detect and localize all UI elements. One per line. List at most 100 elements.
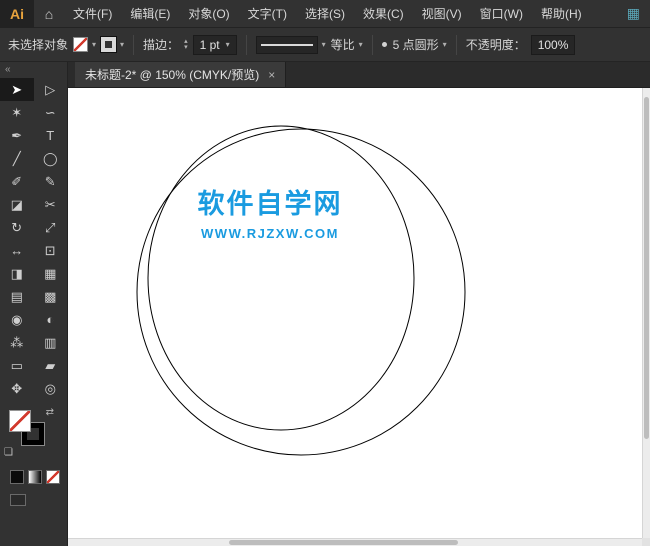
scale-tool[interactable]: ⤢	[34, 216, 68, 239]
control-bar: 未选择对象 ▾ ▾ 描边： ▴ ▾ 1 pt ▾ ▾ 等比 ▾ 5 点圆形 ▾ …	[0, 28, 650, 62]
lasso-tool[interactable]: ∽	[34, 101, 68, 124]
separator	[133, 34, 135, 55]
brush-label: 5 点圆形	[392, 38, 439, 52]
stroke-weight-stepper[interactable]: ▴ ▾	[184, 38, 188, 51]
width-profile-label: 等比	[330, 38, 355, 52]
menu-object[interactable]: 对象(O)	[179, 0, 238, 28]
separator	[371, 34, 373, 55]
illustrator-window: Ai ⌂ 文件(F) 编辑(E) 对象(O) 文字(T) 选择(S) 效果(C)…	[0, 0, 650, 546]
width-tool[interactable]: ↔	[0, 239, 34, 262]
separator	[245, 34, 247, 55]
type-tool[interactable]: T	[34, 124, 68, 147]
apply-color-row	[10, 470, 67, 484]
blend-tool[interactable]: ◐	[34, 308, 68, 331]
width-profile-dropdown[interactable]: 等比 ▾	[331, 36, 363, 53]
tools-panel: « ➤ ▷ ✶ ∽ ✒ T ╱ ◯ ✐ ✎ ◪ ✂ ↻ ⤢ ↔ ⊡ ◨ ▦ ▤	[0, 62, 68, 546]
opacity-label: 不透明度：	[465, 38, 526, 52]
column-graph-tool[interactable]: ▥	[34, 331, 68, 354]
brush-preview-icon	[381, 42, 387, 47]
panel-collapse-icon[interactable]: «	[0, 62, 67, 78]
menubar: Ai ⌂ 文件(F) 编辑(E) 对象(O) 文字(T) 选择(S) 效果(C)…	[0, 0, 650, 28]
zoom-tool[interactable]: ◎	[34, 377, 68, 400]
shape-builder-tool[interactable]: ◨	[0, 262, 34, 285]
opacity-field[interactable]: 100%	[530, 34, 576, 55]
artwork-ellipse-small[interactable]	[147, 125, 415, 431]
menu-edit[interactable]: 编辑(E)	[121, 0, 179, 28]
fill-none-swatch	[73, 37, 89, 52]
watermark: 软件自学网 WWW.RJZXW.COM	[184, 182, 356, 241]
menu-select[interactable]: 选择(S)	[296, 0, 354, 28]
menu-window[interactable]: 窗口(W)	[471, 0, 532, 28]
slice-tool[interactable]: ▰	[34, 354, 68, 377]
vertical-scrollbar-thumb[interactable]	[644, 97, 649, 439]
ellipse-tool[interactable]: ◯	[34, 147, 68, 170]
document-tab-bar: 未标题-2* @ 150% (CMYK/预览) ×	[68, 62, 650, 88]
chevron-down-icon: ▾	[442, 40, 447, 49]
scissors-tool[interactable]: ✂	[34, 193, 68, 216]
menu-help[interactable]: 帮助(H)	[532, 0, 591, 28]
horizontal-scrollbar-thumb[interactable]	[228, 540, 459, 545]
apply-none-button[interactable]	[46, 470, 60, 484]
paintbrush-tool[interactable]: ✐	[0, 170, 34, 193]
stroke-style-preview	[255, 35, 318, 54]
brush-dropdown[interactable]: 5 点圆形 ▾	[381, 36, 447, 53]
drawing-mode-button[interactable]	[10, 494, 26, 506]
free-transform-tool[interactable]: ⊡	[34, 239, 68, 262]
menu-file[interactable]: 文件(F)	[64, 0, 121, 28]
apply-gradient-button[interactable]	[28, 470, 42, 484]
home-icon[interactable]: ⌂	[34, 0, 64, 28]
eraser-tool[interactable]: ◪	[0, 193, 34, 216]
hand-tool[interactable]: ✥	[0, 377, 34, 400]
document-tab-title: 未标题-2* @ 150% (CMYK/预览)	[85, 68, 260, 82]
main-area: « ➤ ▷ ✶ ∽ ✒ T ╱ ◯ ✐ ✎ ◪ ✂ ↻ ⤢ ↔ ⊡ ◨ ▦ ▤	[0, 62, 650, 546]
close-icon[interactable]: ×	[268, 68, 275, 82]
rotate-tool[interactable]: ↻	[0, 216, 34, 239]
line-segment-tool[interactable]: ╱	[0, 147, 34, 170]
artboard-tool[interactable]: ▭	[0, 354, 34, 377]
pen-tool[interactable]: ✒	[0, 124, 34, 147]
selection-tool[interactable]: ➤	[0, 78, 34, 101]
vertical-scrollbar[interactable]	[642, 88, 650, 538]
menu-effect[interactable]: 效果(C)	[354, 0, 413, 28]
artwork-layer	[136, 125, 466, 456]
watermark-url: WWW.RJZXW.COM	[201, 226, 339, 241]
gradient-tool[interactable]: ▩	[34, 285, 68, 308]
document-tab[interactable]: 未标题-2* @ 150% (CMYK/预览) ×	[75, 62, 287, 87]
canvas[interactable]: 软件自学网 WWW.RJZXW.COM	[68, 88, 650, 546]
stroke-weight-field[interactable]: 1 pt ▾	[192, 34, 237, 55]
perspective-grid-tool[interactable]: ▦	[34, 262, 68, 285]
mesh-tool[interactable]: ▤	[0, 285, 34, 308]
pencil-tool[interactable]: ✎	[34, 170, 68, 193]
watermark-title: 软件自学网	[197, 189, 343, 219]
stroke-color-dropdown[interactable]: ▾	[100, 36, 125, 53]
magic-wand-tool[interactable]: ✶	[0, 101, 34, 124]
default-fill-stroke-icon[interactable]: ❏	[4, 447, 13, 458]
apply-color-button[interactable]	[10, 470, 24, 484]
eyedropper-tool[interactable]: ◉	[0, 308, 34, 331]
chevron-down-icon: ▾	[92, 40, 97, 49]
menu-type[interactable]: 文字(T)	[239, 0, 296, 28]
fill-color-dropdown[interactable]: ▾	[73, 37, 96, 52]
stroke-weight-value: 1 pt	[199, 37, 220, 52]
artwork-ellipse-large[interactable]	[136, 128, 466, 456]
horizontal-scrollbar[interactable]	[68, 538, 642, 546]
fill-well-none[interactable]	[9, 410, 31, 432]
symbol-sprayer-tool[interactable]: ⁂	[0, 331, 34, 354]
swap-fill-stroke-icon[interactable]: ⇄	[46, 407, 54, 418]
direct-selection-tool[interactable]: ▷	[34, 78, 68, 101]
stroke-swatch	[100, 36, 118, 53]
no-selection-label: 未选择对象	[8, 38, 69, 52]
document-area: 未标题-2* @ 150% (CMYK/预览) × 软件自学网 WWW.RJZX…	[68, 62, 650, 546]
separator	[455, 34, 457, 55]
stepper-down-icon: ▾	[184, 43, 188, 51]
chevron-down-icon: ▾	[225, 40, 230, 49]
opacity-value: 100%	[537, 37, 569, 52]
tools-grid: ➤ ▷ ✶ ∽ ✒ T ╱ ◯ ✐ ✎ ◪ ✂ ↻ ⤢ ↔ ⊡ ◨ ▦ ▤ ▩	[0, 78, 67, 400]
stroke-weight-label: 描边：	[143, 38, 180, 52]
fill-stroke-wells: ⇄ ❏	[4, 407, 56, 458]
stroke-style-dropdown[interactable]: ▾	[255, 35, 326, 54]
menu-view[interactable]: 视图(V)	[413, 0, 471, 28]
workspace-switcher-icon[interactable]: ▦	[627, 5, 640, 22]
app-logo: Ai	[0, 0, 34, 28]
chevron-down-icon: ▾	[120, 40, 125, 49]
